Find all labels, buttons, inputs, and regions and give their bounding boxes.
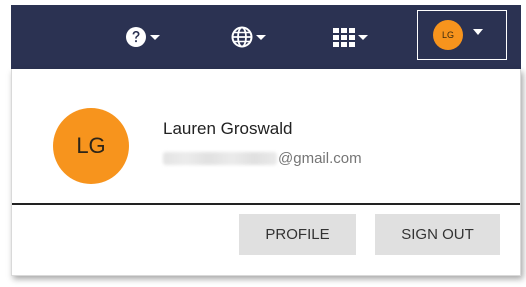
user-email: @gmail.com bbox=[163, 148, 362, 168]
user-name: Lauren Groswald bbox=[163, 119, 293, 138]
profile-button[interactable]: PROFILE bbox=[239, 214, 356, 255]
chevron-down-icon bbox=[473, 29, 483, 35]
globe-icon bbox=[231, 26, 253, 48]
divider bbox=[12, 203, 520, 205]
language-menu-button[interactable] bbox=[231, 5, 266, 69]
email-redacted bbox=[163, 151, 277, 165]
avatar: LG bbox=[433, 20, 463, 50]
user-dropdown-menu: LG Lauren Groswald @gmail.com PROFILE SI… bbox=[11, 69, 521, 276]
grid-icon bbox=[333, 27, 355, 47]
app-frame: LG LG Lauren Groswald @gmail.com PROFILE… bbox=[0, 0, 526, 287]
chevron-down-icon bbox=[256, 35, 266, 40]
email-domain: @gmail.com bbox=[278, 149, 362, 167]
user-avatar: LG bbox=[53, 108, 129, 184]
chevron-down-icon bbox=[150, 35, 160, 40]
apps-menu-button[interactable] bbox=[333, 5, 368, 69]
chevron-down-icon bbox=[358, 35, 368, 40]
top-navigation-bar: LG bbox=[11, 5, 521, 69]
sign-out-button[interactable]: SIGN OUT bbox=[375, 214, 500, 255]
user-menu-button[interactable]: LG bbox=[417, 10, 507, 60]
help-circle-icon bbox=[125, 26, 147, 48]
help-menu-button[interactable] bbox=[125, 5, 160, 69]
